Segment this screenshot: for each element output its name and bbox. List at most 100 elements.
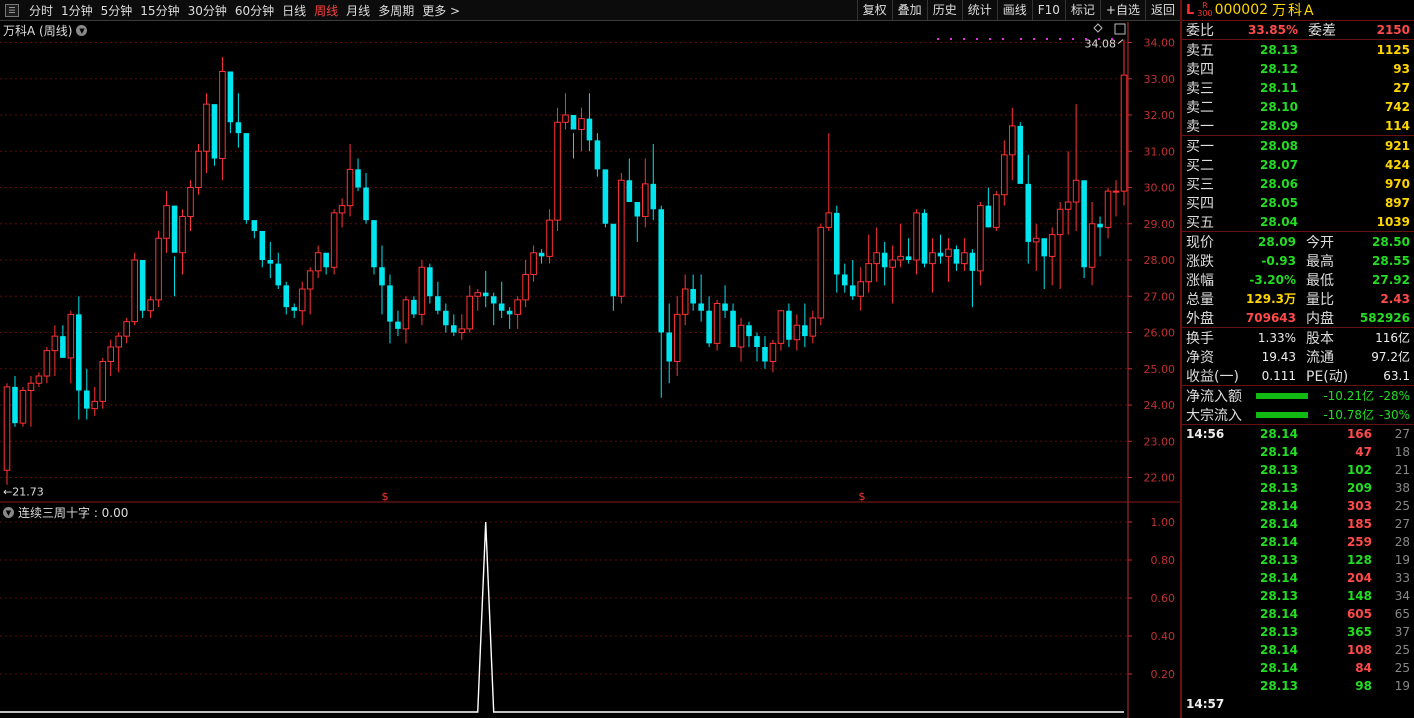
dividend-marker[interactable]: $ xyxy=(859,490,866,503)
candle-body xyxy=(706,310,712,344)
tick-count: 37 xyxy=(1394,625,1410,639)
candle-body xyxy=(163,205,170,239)
fund-row: 收益(一) 0.111 PE(动) 63.1 xyxy=(1182,366,1414,385)
candle-body xyxy=(737,324,745,348)
candle-body xyxy=(929,252,936,265)
order-level-label: 卖四 xyxy=(1186,61,1214,78)
fund-row: 净资 19.43 流通 97.2亿 xyxy=(1182,347,1414,366)
order-price: 28.08 xyxy=(1260,138,1298,153)
candle-body xyxy=(1048,234,1056,257)
candle-body xyxy=(1088,223,1096,268)
fund-label: 净资 xyxy=(1186,349,1214,366)
dot-marker xyxy=(989,38,991,40)
sells-row[interactable]: 卖一 28.09 114 xyxy=(1182,116,1414,135)
order-price: 28.05 xyxy=(1260,195,1298,210)
candle-body xyxy=(650,183,657,210)
tick-row: 28.14 47 18 xyxy=(1182,443,1414,461)
sells-row[interactable]: 卖五 28.13 1125 xyxy=(1182,40,1414,59)
tick-price: 28.14 xyxy=(1260,535,1298,549)
candle-body xyxy=(865,263,872,283)
candle-body xyxy=(139,260,146,311)
tick-row: 14:57 xyxy=(1182,695,1414,713)
candle-body xyxy=(594,140,601,170)
tick-price: 28.14 xyxy=(1260,607,1298,621)
candle-body xyxy=(427,267,433,297)
diamond-icon[interactable] xyxy=(1093,23,1103,33)
dot-marker xyxy=(937,38,939,40)
candle-body xyxy=(466,295,474,330)
candle-body xyxy=(411,299,417,315)
quote-value: -0.93 xyxy=(1261,253,1296,268)
quote-value: 28.55 xyxy=(1372,253,1410,268)
fund-value: 116亿 xyxy=(1375,331,1410,345)
candle-body xyxy=(713,303,721,344)
sells-row[interactable]: 卖三 28.11 27 xyxy=(1182,78,1414,97)
indicator-tick-label: 0.40 xyxy=(1151,630,1176,643)
fund-value: 97.2亿 xyxy=(1371,350,1410,364)
buy-orders: 买一 28.08 921 买二 28.07 424 买三 28.06 970 买四 28.05 897… xyxy=(1182,136,1414,232)
candle-body xyxy=(43,350,51,377)
buys-row[interactable]: 买四 28.05 897 xyxy=(1182,193,1414,212)
order-volume: 1125 xyxy=(1376,42,1410,57)
chevron-down-icon[interactable]: ▼ xyxy=(3,507,14,518)
quote-value: -3.20% xyxy=(1249,272,1296,287)
indicator-title: ▼ 连续三周十字 : 0.00 xyxy=(3,504,128,521)
quote-label: 量比 xyxy=(1306,291,1334,308)
order-price: 28.09 xyxy=(1260,118,1298,133)
candle-body xyxy=(330,212,338,268)
flow-label: 大宗流入 xyxy=(1186,407,1242,424)
tick-price: 28.13 xyxy=(1260,553,1298,567)
candle-body xyxy=(514,299,521,315)
buys-row[interactable]: 买一 28.08 921 xyxy=(1182,136,1414,155)
chart-canvas[interactable]: 34.00 33.00 32.00 31.00 30.00 29.00 28.00 27.00… xyxy=(0,0,1180,718)
tick-row: 14:56 28.14 166 27 xyxy=(1182,425,1414,443)
candle-body xyxy=(754,336,760,347)
candle-body xyxy=(1104,190,1112,228)
tick-volume: 98 xyxy=(1355,679,1372,693)
buys-row[interactable]: 买三 28.06 970 xyxy=(1182,174,1414,193)
dividend-marker[interactable]: $ xyxy=(382,490,389,503)
indicator-tick-label: 1.00 xyxy=(1151,516,1176,529)
sells-row[interactable]: 卖四 28.12 93 xyxy=(1182,59,1414,78)
candle-body xyxy=(634,202,641,217)
quote-label: 总量 xyxy=(1186,291,1214,308)
candle-body xyxy=(833,212,840,275)
dot-marker xyxy=(1111,38,1113,40)
candle-body xyxy=(490,296,497,304)
tick-price: 28.14 xyxy=(1260,517,1298,531)
candle-body xyxy=(586,118,593,141)
tick-count: 27 xyxy=(1394,427,1410,441)
tick-count: 25 xyxy=(1394,643,1410,657)
chart-title-text: 万科A (周线) xyxy=(3,24,73,38)
candle-body xyxy=(298,288,306,312)
chevron-down-icon[interactable]: ▼ xyxy=(76,25,88,36)
order-volume: 1039 xyxy=(1376,214,1410,229)
candle-body xyxy=(83,390,90,409)
tick-volume: 102 xyxy=(1346,463,1372,477)
candle-body xyxy=(171,205,178,253)
y-tick-label: 30.00 xyxy=(1144,182,1176,195)
candle-body xyxy=(1017,125,1024,184)
order-level-label: 买五 xyxy=(1186,214,1214,231)
quote-value: 28.09 xyxy=(1258,234,1296,249)
quote-label: 最低 xyxy=(1306,272,1334,289)
tick-list[interactable]: 14:56 28.14 166 27 28.14 47 18 28.13 102 21 28.13 2… xyxy=(1182,425,1414,713)
tick-count: 33 xyxy=(1394,571,1410,585)
stock-header: L R 300 000002 万科A xyxy=(1182,0,1414,21)
tick-price: 28.14 xyxy=(1260,445,1298,459)
buys-row[interactable]: 买五 28.04 1039 xyxy=(1182,212,1414,231)
tick-price: 28.14 xyxy=(1260,661,1298,675)
candle-body xyxy=(211,104,218,159)
candle-body xyxy=(897,255,904,261)
candle-body xyxy=(482,292,489,297)
candle-body xyxy=(641,183,649,217)
window-icon[interactable] xyxy=(1114,23,1126,35)
sells-row[interactable]: 卖二 28.10 742 xyxy=(1182,97,1414,116)
tick-count: 34 xyxy=(1394,589,1410,603)
buys-row[interactable]: 买二 28.07 424 xyxy=(1182,155,1414,174)
candle-body xyxy=(1097,223,1103,228)
candle-body xyxy=(418,266,426,315)
quote-label: 现价 xyxy=(1186,234,1214,251)
order-level-label: 买四 xyxy=(1186,195,1214,212)
candle-body xyxy=(921,212,928,264)
